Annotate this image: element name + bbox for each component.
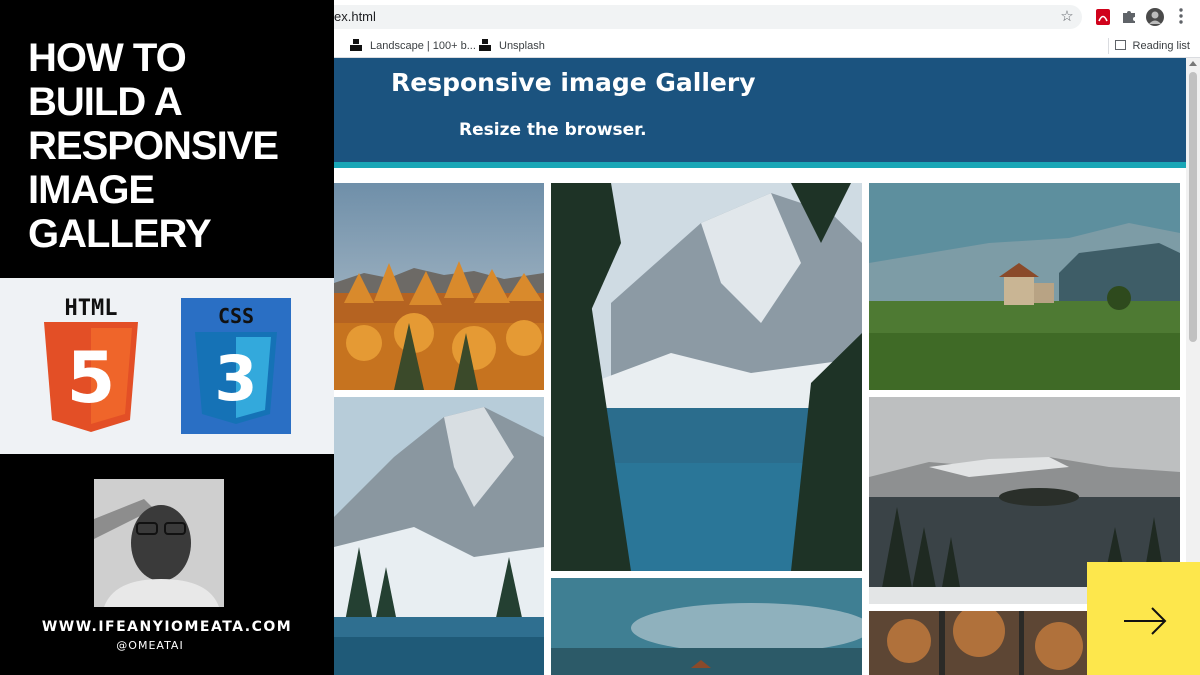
gallery-image[interactable]: [551, 183, 862, 571]
bookmarks-divider: [1108, 38, 1109, 54]
css3-logo: CSS 3: [181, 298, 291, 434]
gallery-image[interactable]: [334, 183, 544, 390]
gallery-image[interactable]: [869, 183, 1180, 390]
scroll-thumb[interactable]: [1189, 72, 1197, 342]
social-handle: @OMEATAI: [116, 639, 184, 652]
css3-logo-label: CSS: [218, 304, 254, 328]
website-text: WWW.IFEANYIOMEATA.COM: [41, 619, 293, 635]
page-subtitle: Resize the browser.: [459, 120, 647, 140]
unsplash-icon: [479, 39, 491, 51]
reading-list-label: Reading list: [1132, 40, 1190, 52]
html5-shield-icon: 5: [44, 322, 138, 432]
reading-list-button[interactable]: Reading list: [1114, 38, 1190, 54]
bookmark-label: Unsplash: [499, 40, 545, 52]
css3-shield-icon: CSS 3: [195, 304, 277, 424]
avatar-photo: [94, 479, 224, 607]
star-icon[interactable]: ☆: [1058, 8, 1076, 26]
html5-logo-number: 5: [67, 337, 116, 419]
promo-title-line: BUILD A: [28, 80, 183, 124]
promo-title-line: IMAGE: [28, 168, 155, 212]
gallery-image[interactable]: [551, 578, 862, 675]
css3-logo-number: 3: [214, 342, 257, 415]
profile-avatar-icon[interactable]: [1146, 8, 1164, 26]
promo-panel: HOW TO BUILD A RESPONSIVE IMAGE GALLERY …: [0, 0, 334, 675]
address-bar[interactable]: ex.html: [334, 5, 1082, 29]
promo-title-line: GALLERY: [28, 212, 212, 256]
address-text: ex.html: [334, 9, 376, 24]
browser-window: ex.html ☆ Landscape | 100+ b... Unsplash…: [334, 0, 1200, 675]
bookmark-label: Landscape | 100+ b...: [370, 40, 476, 52]
bookmark-landscape[interactable]: Landscape | 100+ b...: [350, 38, 476, 54]
promo-title-line: HOW TO: [28, 36, 187, 80]
promo-title-line: RESPONSIVE: [28, 124, 279, 168]
web-page: Responsive image Gallery Resize the brow…: [334, 58, 1186, 675]
bookmarks-bar: Landscape | 100+ b... Unsplash Reading l…: [334, 34, 1200, 58]
reading-list-icon: [1114, 40, 1126, 50]
page-header: Responsive image Gallery Resize the brow…: [334, 58, 1186, 162]
author-avatar: [94, 479, 224, 607]
arrow-right-icon: [1124, 607, 1167, 635]
page-title: Responsive image Gallery: [391, 68, 756, 97]
header-accent-stripe: [334, 162, 1186, 168]
html5-logo: HTML 5: [42, 296, 140, 434]
gallery-image[interactable]: [334, 397, 544, 675]
puzzle-icon[interactable]: [1120, 8, 1138, 26]
more-vertical-icon[interactable]: [1172, 8, 1190, 26]
browser-toolbar: ex.html ☆: [334, 0, 1200, 34]
unsplash-icon: [350, 39, 362, 51]
promo-title: HOW TO BUILD A RESPONSIVE IMAGE GALLERY: [28, 36, 328, 256]
pdf-icon[interactable]: [1094, 8, 1112, 26]
bookmark-unsplash[interactable]: Unsplash: [479, 38, 545, 54]
scroll-up-arrow-icon[interactable]: [1189, 61, 1197, 66]
next-button[interactable]: [1087, 562, 1200, 675]
